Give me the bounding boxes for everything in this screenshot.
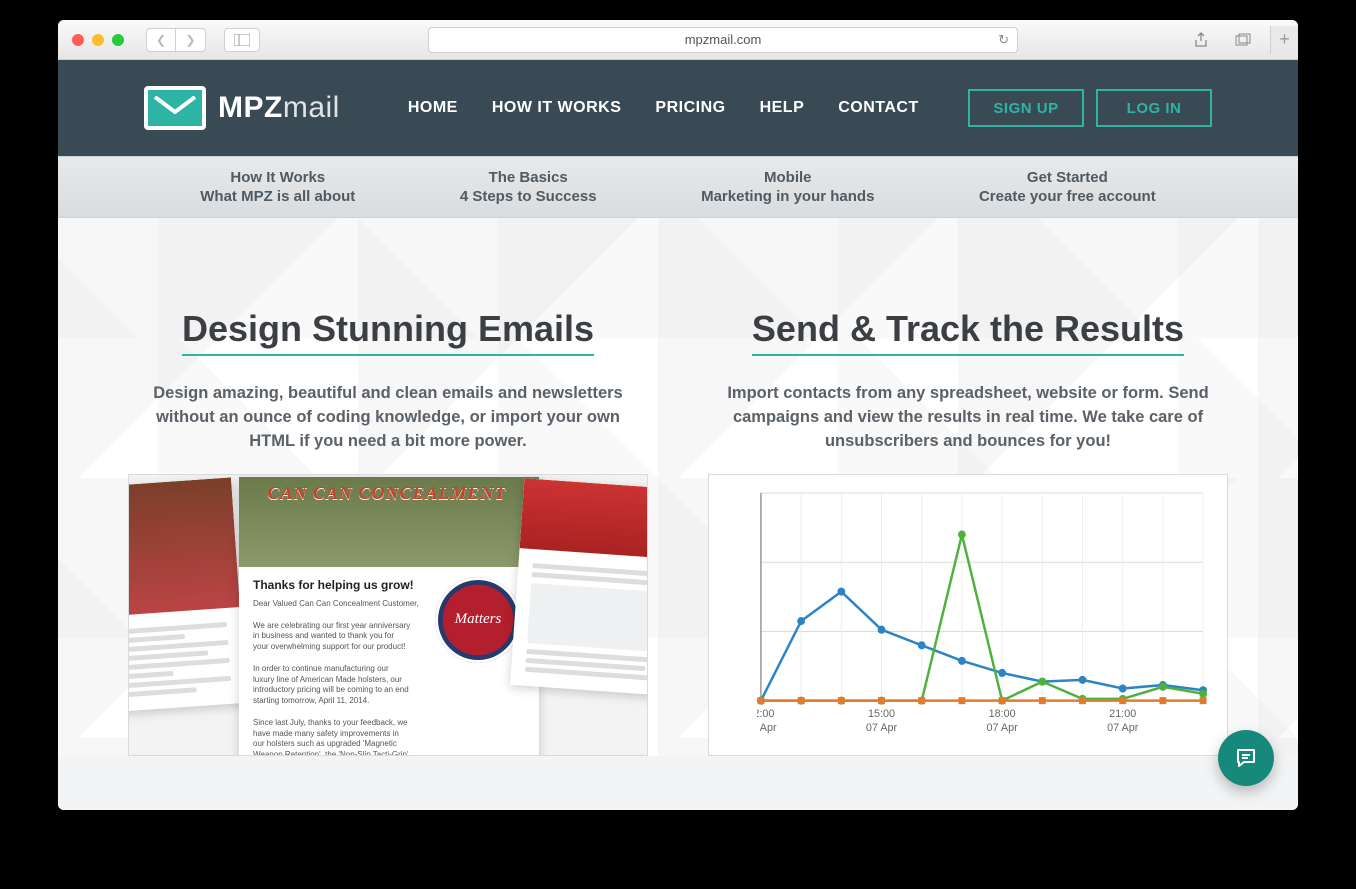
template-thumbnail (128, 477, 240, 619)
design-column: Design Stunning Emails Design amazing, b… (128, 308, 648, 756)
svg-text:07 Apr: 07 Apr (1107, 722, 1139, 734)
subnav-mobile[interactable]: Mobile Marketing in your hands (701, 168, 874, 207)
site-header: MPZmail HOME HOW IT WORKS PRICING HELP C… (58, 60, 1298, 156)
svg-text:07 Apr: 07 Apr (987, 722, 1019, 734)
reload-icon[interactable]: ↻ (998, 32, 1009, 48)
logo-text: MPZmail (218, 91, 340, 125)
share-icon[interactable] (1186, 28, 1216, 52)
gallery-banner: CAN CAN CONCEALMENT (257, 483, 517, 504)
subnav-subtitle: Create your free account (979, 187, 1156, 207)
subnav-subtitle: What MPZ is all about (200, 187, 355, 207)
subnav-subtitle: Marketing in your hands (701, 187, 874, 207)
close-window-button[interactable] (72, 34, 84, 46)
site-logo[interactable]: MPZmail (144, 86, 340, 130)
card-text: In order to continue manufacturing our l… (253, 664, 411, 707)
svg-text:18:00: 18:00 (989, 707, 1016, 719)
login-button[interactable]: LOG IN (1096, 89, 1212, 127)
subnav-title: Mobile (701, 168, 874, 188)
subnav-subtitle: 4 Steps to Success (460, 187, 597, 207)
results-chart: 020040060012:0007 Apr15:0007 Apr18:0007 … (708, 474, 1228, 756)
page-viewport: MPZmail HOME HOW IT WORKS PRICING HELP C… (58, 60, 1298, 810)
nav-back-forward: ❮ ❯ (146, 28, 206, 52)
template-card (510, 478, 648, 698)
subnav-how-it-works[interactable]: How It Works What MPZ is all about (200, 168, 355, 207)
browser-titlebar: ❮ ❯ mpzmail.com ↻ + (58, 20, 1298, 60)
address-bar-text: mpzmail.com (685, 32, 762, 47)
minimize-window-button[interactable] (92, 34, 104, 46)
chat-fab[interactable] (1218, 730, 1274, 786)
hero-section: Design Stunning Emails Design amazing, b… (58, 218, 1298, 756)
sub-nav: How It Works What MPZ is all about The B… (58, 156, 1298, 218)
nav-contact[interactable]: CONTACT (838, 99, 919, 117)
template-card: Thanks for helping us grow! Dear Valued … (239, 477, 539, 756)
card-text: We are celebrating our first year annive… (253, 621, 411, 653)
svg-text:15:00: 15:00 (868, 707, 895, 719)
svg-text:07 Apr: 07 Apr (866, 722, 898, 734)
design-body: Design amazing, beautiful and clean emai… (142, 382, 634, 454)
nav-help[interactable]: HELP (760, 99, 805, 117)
main-nav: HOME HOW IT WORKS PRICING HELP CONTACT (408, 99, 919, 117)
titlebar-tools: + (1186, 26, 1284, 54)
track-body: Import contacts from any spreadsheet, we… (722, 382, 1214, 454)
logo-bold: MPZ (218, 91, 283, 124)
design-heading: Design Stunning Emails (182, 308, 594, 356)
subnav-get-started[interactable]: Get Started Create your free account (979, 168, 1156, 207)
nav-pricing[interactable]: PRICING (655, 99, 725, 117)
back-button[interactable]: ❮ (146, 28, 176, 52)
svg-text:07 Apr: 07 Apr (757, 722, 777, 734)
signup-button[interactable]: SIGN UP (968, 89, 1084, 127)
address-bar[interactable]: mpzmail.com ↻ (428, 27, 1018, 53)
subnav-basics[interactable]: The Basics 4 Steps to Success (460, 168, 597, 207)
svg-text:21:00: 21:00 (1109, 707, 1136, 719)
nav-home[interactable]: HOME (408, 99, 458, 117)
badge-icon: Matters (435, 577, 521, 663)
subnav-title: How It Works (200, 168, 355, 188)
subnav-title: Get Started (979, 168, 1156, 188)
svg-text:12:00: 12:00 (757, 707, 774, 719)
chat-icon (1234, 746, 1258, 770)
track-column: Send & Track the Results Import contacts… (708, 308, 1228, 756)
new-tab-button[interactable]: + (1270, 26, 1298, 54)
zoom-window-button[interactable] (112, 34, 124, 46)
subnav-title: The Basics (460, 168, 597, 188)
logo-light: mail (283, 91, 340, 124)
browser-window: ❮ ❯ mpzmail.com ↻ + (58, 20, 1298, 810)
forward-button[interactable]: ❯ (176, 28, 206, 52)
tabs-icon[interactable] (1228, 28, 1258, 52)
sidebar-toggle-button[interactable] (224, 28, 260, 52)
template-card (128, 477, 247, 714)
card-text: Since last July, thanks to your feedback… (253, 718, 411, 756)
line-chart-svg: 020040060012:0007 Apr15:0007 Apr18:0007 … (757, 487, 1209, 747)
envelope-icon (144, 86, 206, 130)
nav-how-it-works[interactable]: HOW IT WORKS (492, 99, 622, 117)
track-heading: Send & Track the Results (752, 308, 1184, 356)
templates-gallery: Thanks for helping us grow! Dear Valued … (128, 474, 648, 756)
cta-row: SIGN UP LOG IN (968, 89, 1212, 127)
